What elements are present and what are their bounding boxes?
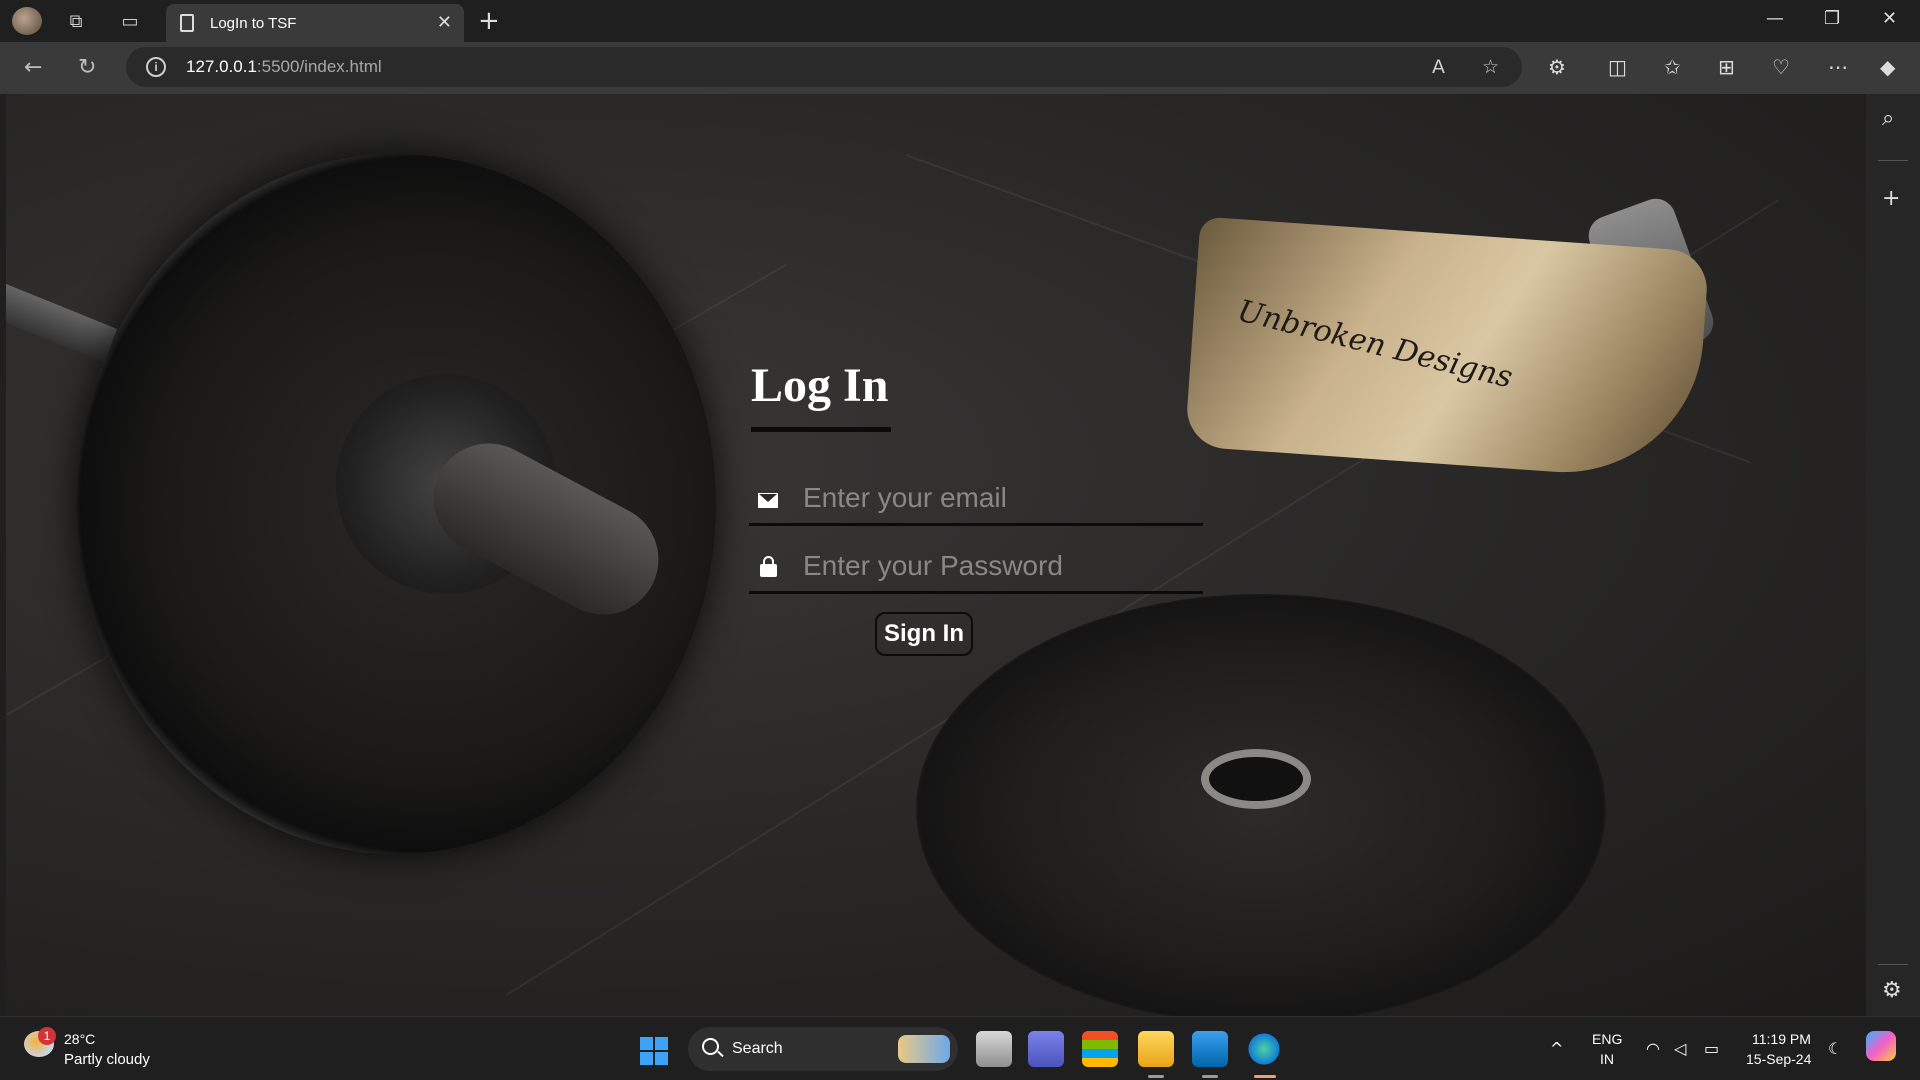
store-icon[interactable]: [1082, 1031, 1118, 1067]
start-windows-icon[interactable]: [640, 1037, 668, 1065]
wifi-icon[interactable]: ◠: [1646, 1039, 1660, 1058]
language-region[interactable]: IN: [1600, 1051, 1614, 1067]
show-hidden-icons-chevron[interactable]: ^: [1550, 1039, 1563, 1058]
clock-time[interactable]: 11:19 PM: [1752, 1031, 1811, 1047]
active-app-indicator: [1254, 1075, 1276, 1078]
task-view-icon[interactable]: [976, 1031, 1012, 1067]
copilot-icon[interactable]: [1866, 1031, 1896, 1061]
belt-brand-text: Unbroken Designs: [1234, 293, 1516, 396]
side-divider: [1878, 964, 1908, 965]
site-info-icon[interactable]: i: [146, 57, 166, 77]
search-icon[interactable]: ⌕: [1882, 106, 1894, 131]
barbell-bar: [6, 284, 118, 363]
battery-icon[interactable]: ▭: [1704, 1039, 1719, 1058]
url-text[interactable]: 127.0.0.1:5500/index.html: [186, 57, 382, 77]
more-menu-icon[interactable]: ⋯: [1828, 55, 1848, 79]
password-field: [749, 538, 1203, 594]
refresh-icon[interactable]: ↻: [78, 55, 96, 80]
document-icon: [180, 14, 194, 32]
app-running-indicator: [1202, 1075, 1218, 1078]
tab-actions-icon[interactable]: ▭: [118, 9, 142, 33]
favorite-star-icon[interactable]: ☆: [1482, 56, 1499, 78]
taskbar-search[interactable]: Search: [688, 1027, 958, 1071]
notifications-bell-icon[interactable]: ☾: [1828, 1039, 1842, 1058]
read-aloud-icon[interactable]: A: [1432, 56, 1445, 78]
windows-taskbar: 1 28°C Partly cloudy Search ^ ENG IN ◠ ◁…: [0, 1016, 1920, 1080]
add-icon[interactable]: +: [1882, 186, 1900, 211]
language-code[interactable]: ENG: [1592, 1031, 1622, 1047]
browser-essentials-icon[interactable]: ♡: [1772, 55, 1790, 79]
login-title: Log In: [751, 359, 889, 412]
edge-browser-icon[interactable]: [1246, 1031, 1282, 1067]
workspaces-icon[interactable]: ⧉: [64, 9, 88, 33]
minimize-icon[interactable]: —: [1766, 8, 1784, 29]
close-window-icon[interactable]: ✕: [1882, 8, 1897, 29]
side-divider: [1878, 160, 1908, 161]
new-tab-icon[interactable]: +: [478, 6, 500, 36]
extensions-icon[interactable]: ⚙: [1548, 55, 1566, 79]
tab-title: LogIn to TSF: [210, 14, 297, 32]
browser-title-bar: ⧉ ▭ LogIn to TSF ✕ + — ❐ ✕: [0, 0, 1920, 42]
split-screen-icon[interactable]: ◫: [1608, 55, 1627, 79]
envelope-icon: [758, 493, 778, 508]
collections-icon[interactable]: ⊞: [1718, 55, 1735, 79]
weather-temperature[interactable]: 28°C: [64, 1031, 95, 1047]
lifting-belt-logo: Unbroken Designs: [1184, 216, 1710, 482]
email-field: [749, 470, 1203, 526]
search-label: Search: [732, 1040, 783, 1057]
email-input[interactable]: [803, 478, 1193, 518]
weather-badge: 1: [38, 1027, 56, 1045]
lock-icon: [760, 556, 777, 577]
profile-avatar[interactable]: [12, 7, 42, 35]
weather-description[interactable]: Partly cloudy: [64, 1051, 150, 1068]
app-running-indicator: [1148, 1075, 1164, 1078]
teams-icon[interactable]: [1028, 1031, 1064, 1067]
restore-icon[interactable]: ❐: [1824, 8, 1840, 29]
title-underline: [751, 427, 891, 432]
weight-plate-hole: [1201, 749, 1311, 809]
browser-side-panel: ⌕ + ⚙: [1866, 94, 1920, 1016]
password-input[interactable]: [803, 546, 1193, 586]
tab-login[interactable]: LogIn to TSF ✕: [166, 4, 464, 42]
navigation-bar: ← ↻ i 127.0.0.1:5500/index.html A ☆ ⚙ ◫ …: [0, 42, 1920, 94]
address-bar[interactable]: i 127.0.0.1:5500/index.html A ☆: [126, 47, 1522, 87]
back-icon[interactable]: ←: [24, 55, 42, 80]
favorites-icon[interactable]: ✩: [1664, 55, 1681, 79]
vscode-icon[interactable]: [1192, 1031, 1228, 1067]
volume-icon[interactable]: ◁: [1674, 1039, 1686, 1058]
sign-in-button[interactable]: Sign In: [875, 612, 973, 656]
search-icon: [702, 1038, 719, 1055]
search-highlight-icon: [898, 1035, 950, 1063]
settings-gear-icon[interactable]: ⚙: [1882, 978, 1902, 1003]
close-tab-icon[interactable]: ✕: [437, 12, 452, 33]
copilot-icon[interactable]: ◆: [1880, 55, 1895, 79]
clock-date[interactable]: 15-Sep-24: [1746, 1051, 1811, 1067]
file-explorer-icon[interactable]: [1138, 1031, 1174, 1067]
